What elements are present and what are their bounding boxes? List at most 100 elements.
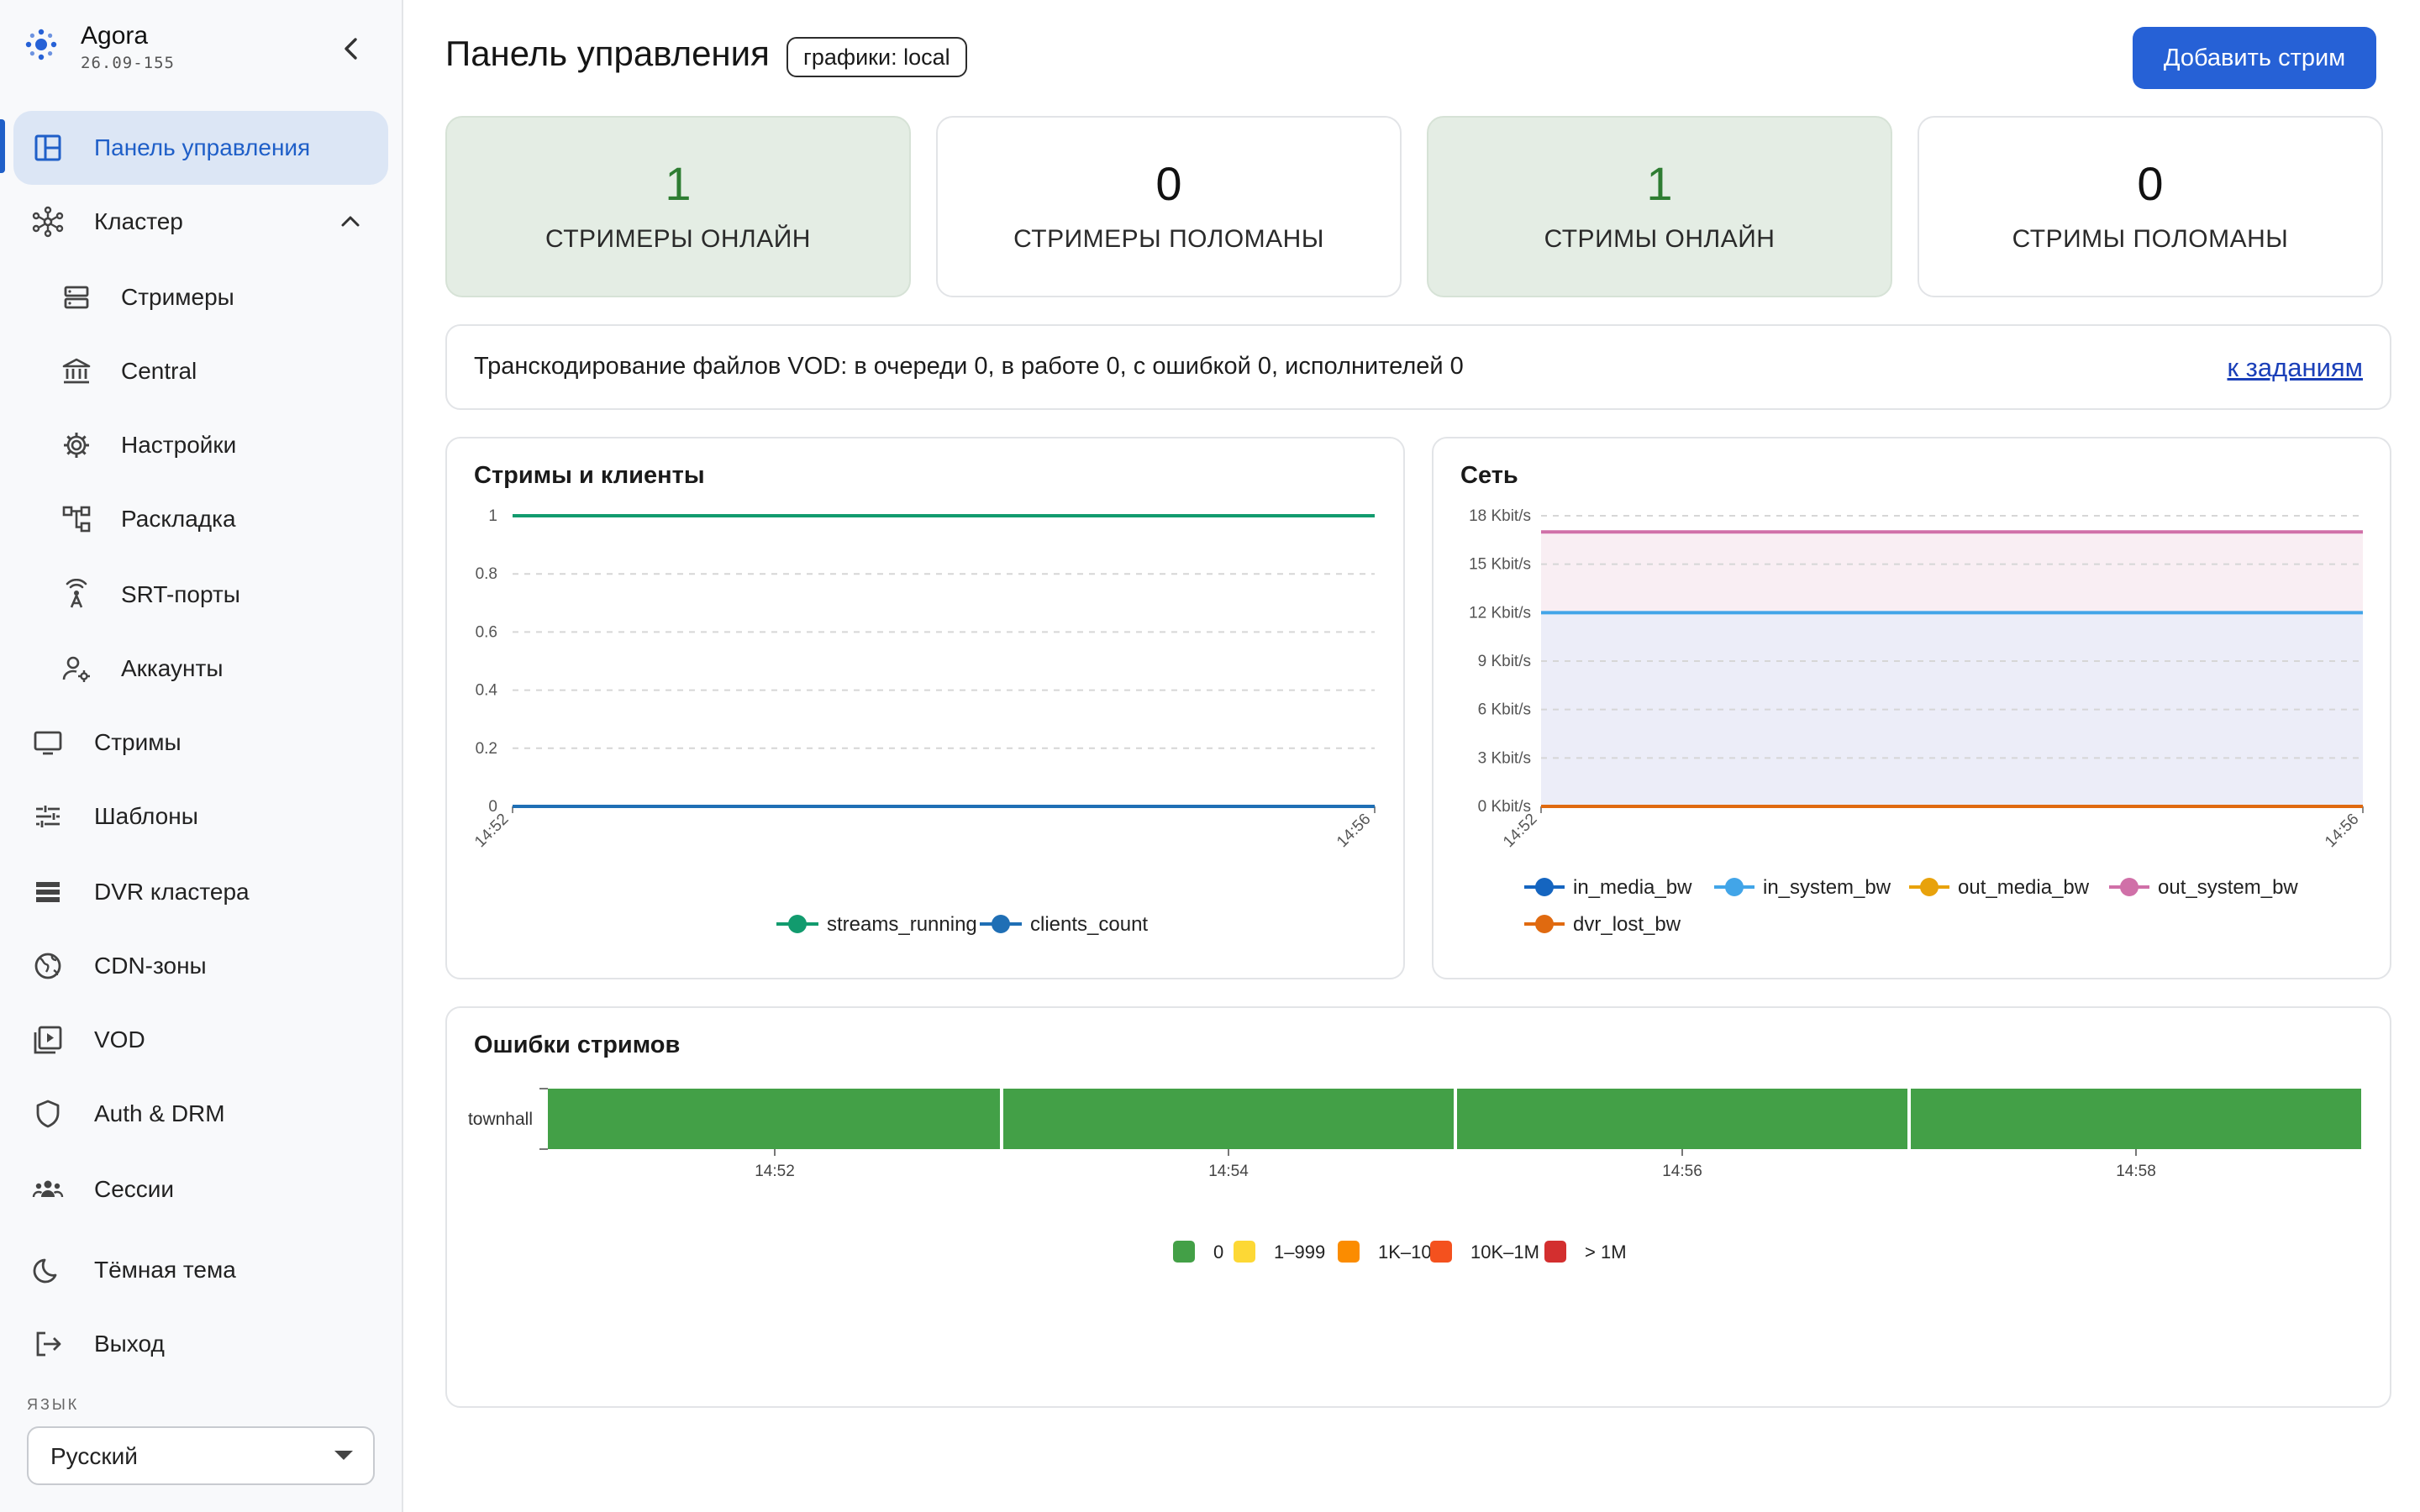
y-tick-label: 0.6: [476, 623, 497, 641]
legend-label: in_system_bw: [1763, 876, 1891, 899]
sidebar-item-accounts[interactable]: Аккаунты: [13, 632, 388, 706]
sidebar-item-cluster[interactable]: Кластер: [13, 185, 388, 259]
language-select[interactable]: Русский: [27, 1426, 375, 1485]
y-tick-label: 0.4: [476, 682, 498, 700]
sidebar-item-label: Настройки: [121, 432, 237, 458]
legend-item: in_media_bw: [1524, 876, 1692, 899]
sidebar-item-label: Шаблоны: [94, 803, 198, 829]
sidebar-item-label: Выход: [94, 1331, 165, 1357]
storage-icon: [36, 882, 60, 902]
y-tick-label: 9 Kbit/s: [1478, 653, 1531, 670]
legend-swatch: [1338, 1241, 1360, 1263]
account-gear-icon: [62, 656, 90, 682]
dashboard-icon: [34, 134, 61, 161]
legend-swatch: [1234, 1241, 1255, 1263]
main-content: Панель управления графики: local Добавит…: [403, 0, 2420, 1512]
y-tick-label: 15 Kbit/s: [1469, 556, 1531, 574]
streams-clients-panel: Стримы и клиенты 0 0.2 0.4 0.6 0.8 1 14:52 14:5…: [445, 437, 1405, 979]
legend-swatch: [1430, 1241, 1452, 1263]
sidebar-item-sessions[interactable]: Сессии: [13, 1152, 388, 1226]
y-tick-label: 12 Kbit/s: [1469, 604, 1531, 622]
agora-logo-icon: [25, 29, 57, 60]
sidebar-item-dashboard[interactable]: Панель управления: [13, 111, 388, 185]
sidebar-item-label: Стримы: [94, 729, 182, 755]
vod-tasks-link[interactable]: к заданиям: [2228, 353, 2364, 383]
stat-card: 1 СТРИМЕРЫ ОНЛАЙН: [445, 116, 911, 297]
vod-status-text: Транскодирование файлов VOD: в очереди 0…: [474, 353, 1464, 380]
sidebar-item-streamers[interactable]: Стримеры: [13, 260, 388, 334]
page-title: Панель управления: [445, 34, 770, 73]
sidebar-item-settings[interactable]: Настройки: [13, 408, 388, 482]
legend-item: 0: [1173, 1241, 1223, 1263]
x-tick-label: 14:56: [2322, 811, 2362, 851]
legend-label: 1–999: [1274, 1242, 1325, 1263]
legend-label: out_system_bw: [2158, 876, 2298, 899]
x-tick-label: 14:56: [1662, 1163, 1702, 1180]
add-stream-button[interactable]: Добавить стрим: [2133, 27, 2376, 89]
sidebar-item-label: Аккаунты: [121, 655, 224, 681]
sidebar-item-cdn[interactable]: CDN-зоны: [13, 929, 388, 1003]
heatmap-cell: [1457, 1089, 1907, 1149]
y-tick-label: 18 Kbit/s: [1469, 507, 1531, 525]
legend-swatch: [1544, 1241, 1566, 1263]
sidebar-item-dvr[interactable]: DVR кластера: [13, 855, 388, 929]
legend-item: clients_count: [980, 913, 1148, 936]
sidebar-item-label: DVR кластера: [94, 879, 250, 905]
y-tick-label: 0 Kbit/s: [1478, 798, 1531, 816]
sidebar-item-label: Auth & DRM: [94, 1100, 225, 1126]
sidebar-item-auth[interactable]: Auth & DRM: [13, 1077, 388, 1151]
sidebar-item-templates[interactable]: Шаблоны: [13, 780, 388, 853]
row-label: townhall: [468, 1110, 533, 1129]
sidebar-item-streams[interactable]: Стримы: [13, 706, 388, 780]
y-tick-label: 3 Kbit/s: [1478, 749, 1531, 767]
sidebar-item-central[interactable]: Central: [13, 334, 388, 408]
collapse-sidebar-icon[interactable]: [334, 32, 368, 66]
legend-label: in_media_bw: [1573, 876, 1692, 899]
sidebar-item-label: Тёмная тема: [94, 1257, 236, 1283]
legend-label: > 1M: [1585, 1242, 1627, 1263]
x-tick-label: 14:52: [755, 1163, 795, 1180]
brand: Agora 26.09-155: [18, 18, 371, 79]
heatmap-cell: [1911, 1089, 2361, 1149]
language-value: Русский: [50, 1443, 138, 1469]
stat-caption: СТРИМЫ ОНЛАЙН: [1544, 225, 1776, 253]
stat-value: 0: [1155, 157, 1182, 210]
bank-icon: [62, 358, 91, 384]
y-tick-label: 0.8: [476, 565, 497, 583]
stat-value: 1: [1646, 157, 1673, 210]
legend-item: out_system_bw: [2109, 876, 2298, 899]
cluster-icon: [32, 206, 64, 238]
legend-item: 10K–1M: [1430, 1241, 1539, 1263]
stat-caption: СТРИМЫ ПОЛОМАНЫ: [2012, 225, 2289, 253]
stat-card: 1 СТРИМЫ ОНЛАЙН: [1427, 116, 1892, 297]
legend-label: streams_running: [827, 913, 977, 936]
x-tick-label: 14:58: [2116, 1163, 2156, 1180]
sidebar-item-label: Панель управления: [94, 134, 311, 160]
sidebar-item-layout[interactable]: Раскладка: [13, 482, 388, 556]
legend-marker: [1535, 915, 1554, 933]
legend-item: 1K–10K: [1338, 1241, 1444, 1263]
shield-icon: [36, 1100, 60, 1128]
y-tick-label: 6 Kbit/s: [1478, 701, 1531, 719]
sidebar-item-label: Стримеры: [121, 284, 234, 310]
heatmap-cell: [548, 1089, 1000, 1149]
sidebar-item-vod[interactable]: VOD: [13, 1003, 388, 1077]
logout-icon: [36, 1331, 61, 1357]
x-tick-label: 14:56: [1334, 811, 1374, 851]
sidebar-item-label: Раскладка: [121, 506, 236, 532]
chevron-up-icon[interactable]: [338, 209, 363, 234]
sidebar-item-label: SRT-порты: [121, 581, 240, 607]
sidebar-item-srt[interactable]: SRT-порты: [13, 558, 388, 632]
legend-marker: [1535, 878, 1554, 896]
sidebar-item-logout[interactable]: Выход: [13, 1307, 388, 1381]
sliders-icon: [36, 806, 60, 827]
sidebar-item-label: Кластер: [94, 208, 183, 234]
sidebar-item-dark[interactable]: Тёмная тема: [13, 1233, 388, 1307]
sidebar-item-label: Сессии: [94, 1176, 175, 1202]
legend-marker: [2120, 878, 2139, 896]
legend-label: dvr_lost_bw: [1573, 913, 1681, 936]
legend-label: clients_count: [1030, 913, 1148, 936]
legend-item: dvr_lost_bw: [1524, 913, 1681, 936]
layout-tree-icon: [62, 506, 91, 533]
sidebar: Agora 26.09-155 Панель управления Кластер…: [0, 0, 403, 1512]
